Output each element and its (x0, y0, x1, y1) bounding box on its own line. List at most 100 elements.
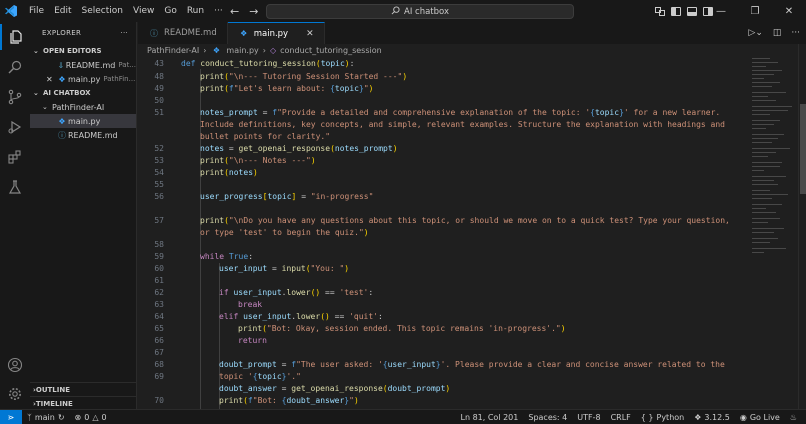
minimap-line (752, 156, 768, 157)
explorer-title: EXPLORER (42, 29, 82, 37)
source-control-icon[interactable] (0, 84, 30, 110)
menu-edit[interactable]: Edit (49, 0, 76, 22)
menu-more[interactable]: ··· (209, 0, 228, 22)
close-tab-icon[interactable]: ✕ (306, 29, 314, 39)
go-live-button[interactable]: ◉ Go Live (735, 413, 785, 422)
window-controls: — ❐ ✕ (704, 0, 806, 22)
line-number: 70 (154, 396, 164, 405)
language-name: Python (656, 413, 685, 422)
minimap-line (752, 204, 782, 205)
menu-selection[interactable]: Selection (77, 0, 128, 22)
line-number: 69 (154, 372, 164, 381)
code-line: doubt_prompt = f"The user asked: '{user_… (219, 360, 725, 369)
explorer-header: EXPLORER ··· (30, 22, 136, 44)
command-center-search[interactable]: AI chatbox (266, 4, 574, 19)
toggle-panel-icon[interactable] (687, 6, 697, 16)
more-actions-icon[interactable]: ··· (791, 28, 800, 38)
menu-go[interactable]: Go (159, 0, 181, 22)
python-version-text: 3.12.5 (704, 413, 730, 422)
customize-layout-icon[interactable] (655, 6, 665, 16)
problems-status[interactable]: ⊗ 0 △ 0 (70, 413, 112, 422)
settings-gear-icon[interactable] (0, 381, 30, 407)
warning-count: 0 (101, 412, 107, 422)
extensions-icon[interactable] (0, 144, 30, 170)
back-arrow-icon[interactable]: ← (230, 5, 239, 18)
account-icon[interactable] (0, 352, 30, 378)
menu-view[interactable]: View (128, 0, 159, 22)
chevron-down-icon: ⌄ (42, 103, 48, 111)
indentation[interactable]: Spaces: 4 (523, 413, 572, 422)
branch-status[interactable]: ᛉ main ↻ (22, 413, 70, 422)
tab-main-py[interactable]: ❖ main.py ✕ (227, 22, 325, 44)
code-line: doubt_answer = get_openai_response(doubt… (219, 384, 451, 393)
timeline-section[interactable]: › TIMELINE (30, 396, 136, 409)
line-ending[interactable]: CRLF (606, 413, 636, 422)
open-editors-section[interactable]: ⌄ OPEN EDITORS (30, 44, 136, 58)
code-line: print(f"Bot: {doubt_answer}") (219, 396, 359, 405)
open-editor-item[interactable]: ✕ ❖ main.py PathFin... (30, 72, 136, 86)
run-python-file-icon[interactable]: ▷⌄ (748, 28, 762, 38)
split-editor-icon[interactable]: ◫ (773, 28, 782, 38)
open-editor-item[interactable]: ⇓ README.md Pat... (30, 58, 136, 72)
minimap-line (752, 162, 782, 163)
language-mode[interactable]: { } Python (636, 413, 689, 422)
outline-label: OUTLINE (35, 385, 71, 394)
minimap[interactable] (748, 44, 798, 409)
line-number: 66 (154, 336, 164, 345)
close-editor-icon[interactable]: ✕ (46, 75, 56, 84)
activity-bar (0, 22, 30, 409)
python-version[interactable]: ❖ 3.12.5 (689, 413, 735, 422)
chevron-down-icon: ⌄ (33, 89, 39, 97)
search-view-icon[interactable] (0, 54, 30, 80)
open-editor-name: README.md (65, 60, 116, 70)
cursor-position[interactable]: Ln 81, Col 201 (456, 413, 524, 422)
testing-flask-icon[interactable] (0, 174, 30, 200)
minimap-line (752, 142, 772, 143)
code-line: user_progress[topic] = "in-progress" (200, 192, 374, 201)
vertical-scrollbar[interactable] (798, 44, 806, 409)
line-number: 56 (154, 192, 164, 201)
minimap-line (752, 238, 778, 239)
more-actions-icon[interactable]: ··· (120, 29, 128, 37)
line-number: 60 (154, 264, 164, 273)
menu-file[interactable]: File (24, 0, 49, 22)
forward-arrow-icon[interactable]: → (249, 5, 258, 18)
minimap-line (752, 180, 774, 181)
scrollbar-thumb[interactable] (800, 104, 806, 194)
close-window-icon[interactable]: ✕ (772, 0, 806, 22)
minimap-line (752, 66, 766, 67)
breadcrumb-folder[interactable]: PathFinder-AI (147, 46, 199, 55)
code-line: print(notes) (200, 168, 258, 177)
python-file-icon: ❖ (58, 116, 66, 126)
outline-section[interactable]: › OUTLINE (30, 382, 136, 396)
remote-indicator-icon[interactable]: ⋗ (0, 409, 22, 424)
code-line: bullet points for clarity." (200, 132, 331, 141)
folder-item[interactable]: ⌄ PathFinder-AI (30, 100, 136, 114)
minimap-line (752, 78, 764, 79)
code-line: print(f"Let's learn about: {topic}") (200, 84, 374, 93)
minimize-icon[interactable]: — (704, 0, 738, 22)
code-line: def conduct_tutoring_session(topic): (181, 59, 355, 68)
minimap-line (752, 100, 776, 101)
breadcrumb-symbol[interactable]: conduct_tutoring_session (280, 46, 382, 55)
minimap-line (752, 128, 766, 129)
minimap-line (752, 176, 786, 177)
file-item-readme[interactable]: ⓘ README.md (30, 128, 136, 142)
notifications-bell-icon[interactable]: ♨ (785, 413, 802, 422)
explorer-icon[interactable] (0, 24, 30, 50)
workspace-section[interactable]: ⌄ AI CHATBOX (30, 86, 136, 100)
code-editor[interactable]: 43 48 49 50 51 52 53 54 55 56 57 58 59 6… (138, 57, 748, 409)
menu-run[interactable]: Run (182, 0, 209, 22)
code-line: print("\n--- Tutoring Session Started --… (200, 72, 408, 81)
restore-icon[interactable]: ❐ (738, 0, 772, 22)
breadcrumb-file[interactable]: main.py (226, 46, 258, 55)
tab-readme[interactable]: ⓘ README.md (138, 22, 228, 44)
file-item-main-py[interactable]: ❖ main.py (30, 114, 136, 128)
toggle-primary-sidebar-icon[interactable] (671, 6, 681, 16)
open-editor-path: PathFin... (103, 75, 136, 83)
run-debug-icon[interactable] (0, 114, 30, 140)
code-line: print("\nDo you have any questions about… (200, 216, 730, 225)
encoding[interactable]: UTF-8 (572, 413, 605, 422)
markdown-file-icon: ⇓ (57, 60, 65, 70)
minimap-line (752, 74, 774, 75)
